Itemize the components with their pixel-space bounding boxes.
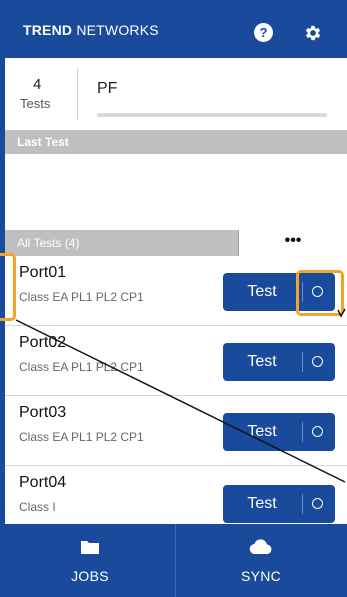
app-screen: TREND NETWORKS ? 4 Tests PF Last Test Al… — [5, 0, 347, 597]
jobs-tab[interactable]: JOBS — [5, 524, 175, 597]
more-options-button[interactable]: ••• — [238, 230, 347, 256]
divider — [77, 68, 78, 120]
test-detail: Class EA PL1 PL2 CP1 — [19, 360, 144, 374]
test-detail: Class EA PL1 PL2 CP1 — [19, 430, 144, 444]
button-divider — [302, 422, 303, 442]
project-summary: 4 Tests PF — [5, 58, 347, 130]
brand-title: TREND NETWORKS — [23, 22, 159, 38]
test-name: Port02 — [19, 334, 67, 351]
button-divider — [302, 494, 303, 514]
circle-icon[interactable] — [312, 498, 323, 509]
cloud-icon — [249, 539, 272, 555]
sync-tab-label: SYNC — [240, 568, 282, 584]
button-divider — [302, 282, 303, 302]
test-row[interactable]: Port01 Class EA PL1 PL2 CP1 Test — [5, 256, 347, 326]
last-test-panel — [5, 154, 347, 230]
circle-icon[interactable] — [312, 426, 323, 437]
jobs-tab-label: JOBS — [71, 568, 109, 584]
bottom-nav: JOBS SYNC — [5, 524, 347, 597]
test-button-label: Test — [247, 353, 277, 370]
test-name: Port04 — [19, 474, 67, 491]
test-row[interactable]: Port03 Class EA PL1 PL2 CP1 Test — [5, 396, 347, 466]
circle-icon[interactable] — [312, 286, 323, 297]
test-detail: Class EA PL1 PL2 CP1 — [19, 290, 144, 304]
sync-tab[interactable]: SYNC — [176, 524, 346, 597]
circle-icon[interactable] — [312, 356, 323, 367]
app-bar: TREND NETWORKS ? — [5, 0, 347, 58]
last-test-header: Last Test — [5, 130, 347, 154]
test-button[interactable]: Test — [223, 413, 335, 451]
test-button[interactable]: Test — [223, 273, 335, 311]
gear-icon[interactable] — [303, 23, 323, 43]
test-detail: Class I — [19, 500, 56, 514]
test-row[interactable]: Port02 Class EA PL1 PL2 CP1 Test — [5, 326, 347, 396]
test-row[interactable]: Port04 Class I Test — [5, 466, 347, 524]
project-name[interactable]: PF — [97, 80, 117, 98]
button-divider — [302, 352, 303, 372]
test-name: Port03 — [19, 404, 67, 421]
test-button[interactable]: Test — [223, 343, 335, 381]
project-progress-bar — [97, 113, 327, 117]
all-tests-header: All Tests (4) ••• — [5, 230, 347, 256]
test-button-label: Test — [247, 495, 277, 512]
tests-count-label: Tests — [20, 96, 51, 111]
test-button[interactable]: Test — [223, 485, 335, 523]
test-name: Port01 — [19, 264, 67, 281]
folder-icon — [81, 541, 99, 554]
test-button-label: Test — [247, 283, 277, 300]
tests-count: 4 — [33, 76, 42, 93]
test-button-label: Test — [247, 423, 277, 440]
help-icon[interactable]: ? — [254, 23, 273, 42]
all-tests-label: All Tests (4) — [17, 236, 80, 250]
